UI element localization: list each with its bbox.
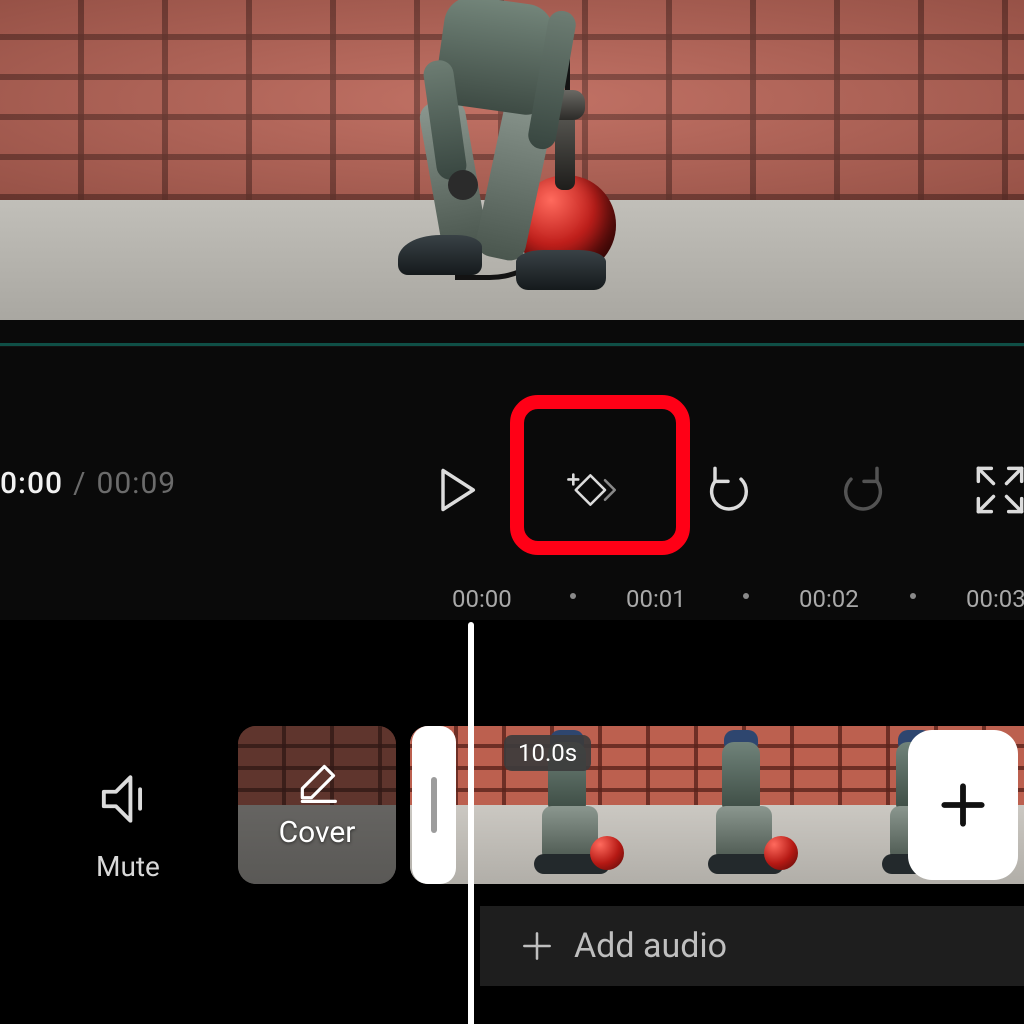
redo-button[interactable] — [838, 464, 890, 516]
add-audio-button[interactable]: Add audio — [480, 906, 1024, 986]
transport-bar: 0:00 / 00:09 — [0, 430, 1024, 550]
ruler-dot — [910, 593, 916, 599]
mute-label: Mute — [96, 850, 160, 883]
redo-icon — [838, 464, 890, 516]
plus-icon — [935, 777, 991, 833]
play-icon — [430, 464, 482, 516]
ruler-tick: 00:03 — [966, 585, 1024, 613]
ruler-dot — [570, 593, 576, 599]
keyframe-button[interactable] — [566, 464, 618, 516]
time-current: 0:00 — [0, 466, 63, 501]
ruler-tick: 00:00 — [452, 585, 512, 613]
preview-scrub-bar[interactable] — [0, 343, 1024, 346]
cover-thumbnail[interactable]: Cover — [238, 726, 396, 884]
undo-button[interactable] — [702, 464, 754, 516]
mute-button[interactable]: Mute — [96, 770, 160, 883]
cover-label: Cover — [279, 815, 356, 850]
playhead[interactable] — [468, 622, 474, 1024]
add-clip-button[interactable] — [908, 730, 1018, 880]
video-preview[interactable] — [0, 0, 1024, 320]
ruler-tick: 00:01 — [626, 585, 686, 613]
preview-subject-figurine — [280, 0, 700, 300]
undo-icon — [702, 464, 754, 516]
fullscreen-button[interactable] — [974, 464, 1024, 516]
ruler-dot — [743, 593, 749, 599]
edit-pencil-icon — [295, 761, 339, 805]
speaker-icon — [99, 770, 157, 828]
clip-duration-badge: 10.0s — [504, 735, 591, 771]
keyframe-diamond-icon — [566, 464, 618, 516]
clip-trim-handle[interactable] — [412, 726, 456, 884]
timeline-ruler[interactable]: 00:00 00:01 00:02 00:03 — [0, 585, 1024, 625]
time-duration: 00:09 — [96, 466, 176, 501]
cover-overlay: Cover — [238, 726, 396, 884]
time-display: 0:00 / 00:09 — [0, 466, 176, 501]
fullscreen-icon — [974, 464, 1024, 516]
add-audio-label: Add audio — [574, 926, 727, 966]
plus-icon — [518, 927, 556, 965]
timeline[interactable]: Mute Cover 10.0s — [0, 620, 1024, 1024]
ruler-tick: 00:02 — [799, 585, 859, 613]
play-button[interactable] — [430, 464, 482, 516]
time-separator: / — [73, 466, 86, 501]
clip-frame — [664, 732, 834, 878]
